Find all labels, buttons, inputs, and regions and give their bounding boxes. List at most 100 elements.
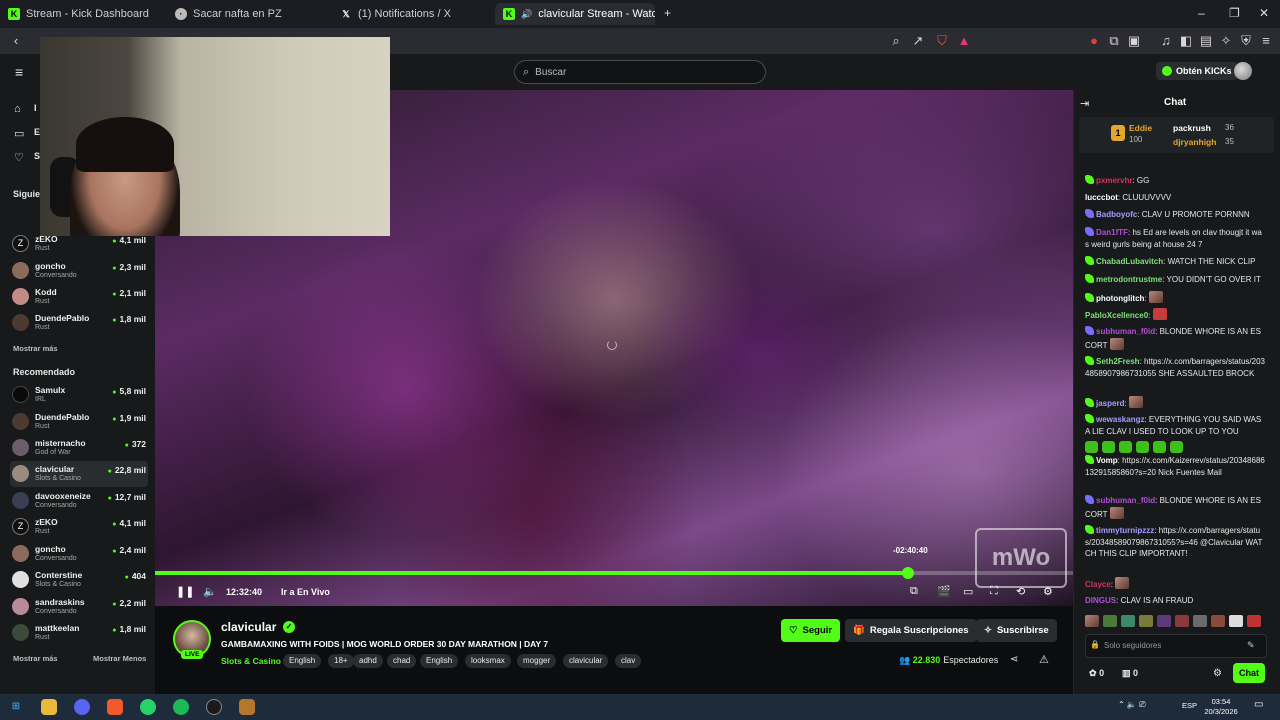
chat-username[interactable]: pxmervhr — [1096, 176, 1132, 185]
maximize-icon[interactable]: ❐ — [1229, 6, 1240, 20]
brave-shield-icon[interactable]: ⛉ — [934, 33, 950, 49]
clip-icon[interactable]: 🎬 — [937, 585, 951, 598]
emote-icon[interactable] — [1211, 615, 1225, 627]
sidebar-item-duendepablo[interactable]: DuendePablo Rust 1,8 mil — [10, 310, 148, 336]
user-avatar[interactable] — [1234, 62, 1252, 80]
stream-category-link[interactable]: Slots & Casino — [221, 656, 281, 666]
volume-icon[interactable]: 🔈 — [203, 585, 217, 598]
stream-tag[interactable]: 18+ — [328, 654, 354, 668]
chat-settings-icon[interactable]: ⚙ — [1213, 668, 1222, 679]
discord-icon[interactable] — [74, 699, 90, 715]
nav-home-label[interactable]: I — [34, 103, 37, 113]
emote-icon[interactable] — [1175, 615, 1189, 627]
sidebar-item-mattkeelan[interactable]: mattkeelan Rust 1,8 mil — [10, 620, 148, 646]
language-indicator[interactable]: ESP — [1182, 701, 1197, 710]
progress-handle[interactable] — [901, 567, 914, 579]
chat-send-button[interactable]: Chat — [1233, 663, 1265, 683]
streamer-name[interactable]: clavicular — [221, 620, 276, 634]
go-live-button[interactable]: Ir a En Vivo — [281, 587, 330, 597]
theater-icon[interactable]: ▭ — [963, 585, 973, 598]
sidebar-icon[interactable]: ◧ — [1178, 33, 1194, 49]
emote-icon[interactable] — [1121, 615, 1135, 627]
file-explorer-icon[interactable] — [41, 699, 57, 715]
report-icon[interactable]: ⚠ — [1039, 653, 1049, 666]
sidebar-item-sandraskins[interactable]: sandraskins Conversando 2,2 mil — [10, 594, 148, 620]
screenshot-icon[interactable]: ▣ — [1126, 33, 1142, 49]
sidebar-item-davooxeneize[interactable]: davooxeneize Conversando 12,7 mil — [10, 488, 148, 514]
settings-gear-icon[interactable]: ⚙ — [1043, 585, 1053, 598]
chat-username[interactable]: timmyturnipzzz — [1096, 526, 1154, 535]
share-icon[interactable]: ↗ — [910, 33, 926, 49]
new-tab-icon[interactable]: + — [664, 6, 671, 20]
extensions-icon[interactable]: ⧉ — [1106, 33, 1122, 49]
spotify-icon[interactable] — [173, 699, 189, 715]
chat-username[interactable]: Badboyofc — [1096, 210, 1137, 219]
sidebar-item-goncho[interactable]: goncho Conversando 2,3 mil — [10, 258, 148, 284]
share-icon[interactable]: ⋖ — [1010, 654, 1018, 665]
stream-tag[interactable]: clavicular — [563, 654, 609, 668]
windows-start-icon[interactable]: ⊞ — [8, 699, 24, 715]
browser-tab[interactable]: K Stream - Kick Dashboard — [0, 3, 165, 25]
sidebar-item-duendepablo-rec[interactable]: DuendePablo Rust 1,9 mil — [10, 409, 148, 435]
sidebar-item-samulx[interactable]: Samulx IRL 5,8 mil — [10, 382, 148, 408]
whatsapp-icon[interactable] — [140, 699, 156, 715]
back-icon[interactable]: ‹ — [8, 33, 24, 49]
sidebar-item-misternacho[interactable]: misternacho God of War 372 — [10, 435, 148, 461]
chat-username[interactable]: photonglitch — [1096, 294, 1144, 303]
heart-icon[interactable]: ♡ — [14, 151, 26, 164]
chat-username[interactable]: Vomp — [1096, 456, 1118, 465]
emote-icon[interactable] — [1157, 615, 1171, 627]
chat-username[interactable]: wewaskangz — [1096, 415, 1144, 424]
follow-button[interactable]: ♡ Seguir — [781, 619, 841, 642]
show-more-link[interactable]: Mostrar más — [13, 344, 58, 353]
emote-icon[interactable] — [1229, 615, 1243, 627]
chat-username[interactable]: Seth2Fresh — [1096, 357, 1140, 366]
chat-username[interactable]: Clayce — [1085, 580, 1111, 589]
browser-tab-active[interactable]: K 🔊 clavicular Stream - Watch Liv ✕ — [495, 3, 655, 25]
sidebar-item-zeko-rec[interactable]: Z zEKO Rust 4,1 mil — [10, 514, 148, 540]
stream-tag[interactable]: English — [283, 654, 322, 668]
system-clock[interactable]: 03:54 20/3/2026 — [1200, 697, 1242, 717]
rewind-icon[interactable]: ⟲ — [1016, 585, 1025, 598]
sidebar-item-kodd[interactable]: Kodd Rust 2,1 mil — [10, 284, 148, 310]
home-icon[interactable]: ⌂ — [14, 103, 26, 115]
chat-username[interactable]: DINGUS — [1085, 596, 1116, 605]
browser-tab[interactable]: 𝕏 (1) Notifications / X — [332, 3, 497, 25]
emote-icon[interactable] — [1193, 615, 1207, 627]
chat-username[interactable]: Dan1fTF — [1096, 228, 1128, 237]
music-icon[interactable]: ♫ — [1158, 33, 1174, 49]
chat-username[interactable]: lucccbot — [1085, 193, 1118, 202]
pip-icon[interactable]: ⧉ — [910, 585, 918, 598]
record-icon[interactable]: ● — [1086, 33, 1102, 49]
emote-picker-icon[interactable]: ✎ — [1247, 640, 1255, 651]
chat-username[interactable]: metrodontrustme — [1096, 275, 1162, 284]
menu-icon[interactable]: ≡ — [1258, 33, 1274, 49]
fullscreen-icon[interactable]: ⛶ — [990, 585, 998, 598]
window-close-icon[interactable]: ✕ — [1259, 6, 1269, 20]
ai-icon[interactable]: ✧ — [1218, 33, 1234, 49]
wallet-icon[interactable]: ▤ — [1198, 33, 1214, 49]
collapse-chat-icon[interactable]: ⇥ — [1080, 97, 1089, 110]
show-less-link[interactable]: Mostrar Menos — [93, 654, 146, 663]
chat-username[interactable]: subhuman_f0id — [1096, 496, 1155, 505]
brave-browser-icon[interactable] — [107, 699, 123, 715]
show-more-link[interactable]: Mostrar más — [13, 654, 58, 663]
search-input[interactable]: ⌕ Buscar — [514, 60, 766, 84]
emote-icon[interactable] — [1247, 615, 1261, 627]
emote-icon[interactable] — [1139, 615, 1153, 627]
stream-tag[interactable]: clav — [615, 654, 642, 668]
subscribe-button[interactable]: ✧ Suscribirse — [976, 619, 1057, 642]
browse-icon[interactable]: ▭ — [14, 127, 26, 140]
obs-icon[interactable] — [206, 699, 222, 715]
emote-icon[interactable] — [1085, 615, 1099, 627]
stream-tag[interactable]: English — [420, 654, 459, 668]
emote-icon[interactable] — [1103, 615, 1117, 627]
stream-tag[interactable]: mogger — [517, 654, 557, 668]
sidebar-item-clavicular[interactable]: clavicular Slots & Casino 22,8 mil — [10, 461, 148, 487]
minimize-icon[interactable]: – — [1198, 6, 1205, 20]
stream-tag[interactable]: looksmax — [465, 654, 511, 668]
chat-username[interactable]: jasperd — [1096, 399, 1124, 408]
hamburger-icon[interactable]: ≡ — [15, 64, 23, 80]
stream-tag[interactable]: chad — [387, 654, 417, 668]
gift-counter[interactable]: ▥ 0 — [1122, 668, 1138, 679]
